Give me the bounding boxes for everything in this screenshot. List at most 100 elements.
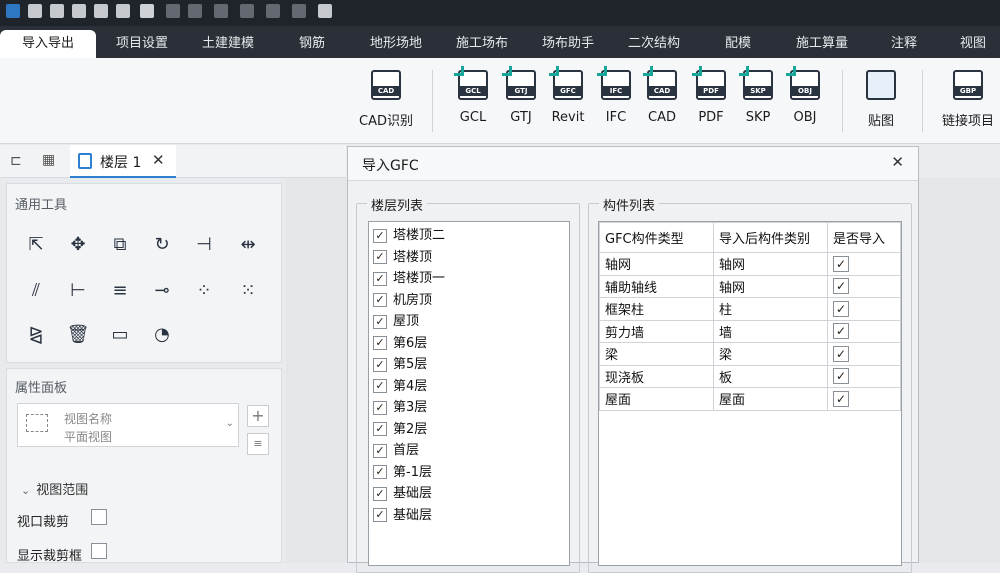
floor-checkbox[interactable]: ✓: [373, 293, 387, 307]
print-icon[interactable]: [116, 4, 130, 18]
open-file-icon[interactable]: [50, 4, 64, 18]
floor-item[interactable]: ✓ 第5层: [373, 355, 427, 375]
import-checkbox[interactable]: ✓: [833, 390, 849, 407]
mirror-icon[interactable]: ⧎: [23, 322, 49, 348]
rotate-icon[interactable]: ↻: [149, 232, 175, 258]
paste-icon[interactable]: [266, 4, 280, 18]
import-checkbox[interactable]: ✓: [833, 255, 849, 272]
floor-checkbox[interactable]: ✓: [373, 250, 387, 264]
redo-icon[interactable]: [188, 4, 202, 18]
floor-checkbox[interactable]: ✓: [373, 336, 387, 350]
export-icon[interactable]: [140, 4, 154, 18]
floor-item[interactable]: ✓ 塔楼顶二: [373, 226, 445, 246]
tab-construction-quantity[interactable]: 施工算量: [780, 30, 864, 58]
floor-item[interactable]: ✓ 基础层: [373, 506, 432, 526]
tab-rebar[interactable]: 钢筋: [272, 30, 352, 58]
measure-icon[interactable]: ▭: [107, 322, 133, 348]
cut-icon[interactable]: [240, 4, 254, 18]
floor-checkbox[interactable]: ✓: [373, 465, 387, 479]
tab-project-settings[interactable]: 项目设置: [100, 30, 184, 58]
tab-site-layout[interactable]: 施工场布: [440, 30, 524, 58]
import-checkbox[interactable]: ✓: [833, 323, 849, 340]
panel-toggle-icon[interactable]: ⊏: [10, 153, 22, 169]
new-file-icon[interactable]: [28, 4, 42, 18]
floor-checkbox[interactable]: ✓: [373, 443, 387, 458]
window-icon[interactable]: [318, 4, 332, 18]
skp-import-button[interactable]: SKP SKP: [735, 66, 781, 125]
column-header-category[interactable]: 导入后构件类别: [713, 222, 828, 253]
floor-item[interactable]: ✓ 第3层: [373, 398, 427, 418]
tab-formwork[interactable]: 配模: [698, 30, 778, 58]
floor-checkbox[interactable]: ✓: [373, 486, 387, 501]
import-checkbox[interactable]: ✓: [833, 368, 849, 385]
floor-item[interactable]: ✓ 首层: [373, 441, 419, 461]
close-tab-icon[interactable]: ✕: [152, 151, 165, 169]
offset-icon[interactable]: ⫽: [23, 278, 49, 304]
floor-item[interactable]: ✓ 机房顶: [373, 291, 432, 311]
floor-checkbox[interactable]: ✓: [373, 271, 387, 286]
angle-icon[interactable]: ◔: [149, 322, 175, 348]
floor-checkbox[interactable]: ✓: [373, 357, 387, 372]
floor-item[interactable]: ✓ 第2层: [373, 420, 427, 440]
point-icon[interactable]: ⁘: [191, 278, 217, 304]
floor-item[interactable]: ✓ 塔楼顶: [373, 248, 432, 268]
grid-view-icon[interactable]: ▦: [42, 152, 55, 168]
tab-civil-modeling[interactable]: 土建建模: [188, 30, 268, 58]
dialog-close-icon[interactable]: ✕: [891, 153, 904, 171]
settings-icon[interactable]: [292, 4, 306, 18]
viewport-crop-checkbox[interactable]: [91, 509, 107, 525]
split-icon[interactable]: ⇹: [235, 232, 261, 258]
revit-import-button[interactable]: GFC Revit: [545, 66, 591, 125]
copy-icon[interactable]: ⧉: [107, 232, 133, 258]
column-header-gfc-type[interactable]: GFC构件类型: [599, 222, 714, 253]
column-header-import[interactable]: 是否导入: [827, 222, 901, 253]
floor-item[interactable]: ✓ 屋顶: [373, 312, 419, 332]
floor-item[interactable]: ✓ 第-1层: [373, 463, 432, 483]
ifc-import-button[interactable]: IFC IFC: [593, 66, 639, 125]
gcl-import-button[interactable]: GCL GCL: [450, 66, 496, 125]
gtj-import-button[interactable]: GTJ GTJ: [498, 66, 544, 125]
trim-extend-icon[interactable]: ⊣: [191, 232, 217, 258]
save-icon[interactable]: [72, 4, 86, 18]
floor-list[interactable]: ✓ 塔楼顶二 ✓ 塔楼顶 ✓ 塔楼顶一 ✓ 机房顶 ✓ 屋顶 ✓ 第6层 ✓ 第5层 ✓ 第4层…: [368, 221, 570, 566]
floor-checkbox[interactable]: ✓: [373, 400, 387, 415]
import-checkbox[interactable]: ✓: [833, 278, 849, 295]
import-checkbox[interactable]: ✓: [833, 345, 849, 362]
view-settings-button[interactable]: ≡: [247, 433, 269, 455]
add-view-button[interactable]: +: [247, 405, 269, 427]
show-crop-frame-checkbox[interactable]: [91, 543, 107, 559]
link-project-button[interactable]: GBP 链接项目: [938, 70, 998, 129]
break-icon[interactable]: ⊸: [149, 278, 175, 304]
cad-import-button[interactable]: CAD CAD: [639, 66, 685, 125]
grid-array-icon[interactable]: ⁙: [235, 278, 261, 304]
floor-item[interactable]: ✓ 第6层: [373, 334, 427, 354]
floor-item[interactable]: ✓ 基础层: [373, 484, 432, 504]
select-icon[interactable]: ⇱: [23, 232, 49, 258]
tab-terrain[interactable]: 地形场地: [356, 30, 436, 58]
undo-icon[interactable]: [166, 4, 180, 18]
tab-annotation[interactable]: 注释: [866, 30, 942, 58]
delete-icon[interactable]: 🗑: [65, 322, 91, 348]
tab-import-export[interactable]: 导入导出: [0, 30, 96, 58]
tab-layout-assistant[interactable]: 场布助手: [526, 30, 610, 58]
view-type-selector[interactable]: 视图名称 平面视图 ⌄: [17, 403, 239, 447]
array-icon[interactable]: ≡: [107, 278, 133, 304]
floor-checkbox[interactable]: ✓: [373, 508, 387, 522]
move-icon[interactable]: ✥: [65, 232, 91, 258]
obj-import-button[interactable]: OBJ OBJ: [782, 66, 828, 125]
cad-recognize-button[interactable]: CAD CAD识别: [356, 70, 416, 129]
tab-secondary-structure[interactable]: 二次结构: [612, 30, 696, 58]
align-icon[interactable]: ⊢: [65, 278, 91, 304]
tab-view[interactable]: 视图: [946, 30, 1000, 58]
copy-toolbar-icon[interactable]: [214, 4, 228, 18]
doc-tab-floor-1[interactable]: 楼层 1 ✕: [70, 145, 176, 178]
floor-checkbox[interactable]: ✓: [373, 228, 387, 243]
dialog-title-bar[interactable]: 导入GFC ✕: [348, 147, 918, 181]
view-range-row[interactable]: ⌄ 视图范围: [21, 479, 88, 498]
floor-checkbox[interactable]: ✓: [373, 422, 387, 436]
floor-checkbox[interactable]: ✓: [373, 379, 387, 393]
floor-item[interactable]: ✓ 塔楼顶一: [373, 269, 445, 289]
floor-checkbox[interactable]: ✓: [373, 314, 387, 329]
texture-button[interactable]: 贴图: [858, 70, 904, 129]
pdf-import-button[interactable]: PDF PDF: [688, 66, 734, 125]
